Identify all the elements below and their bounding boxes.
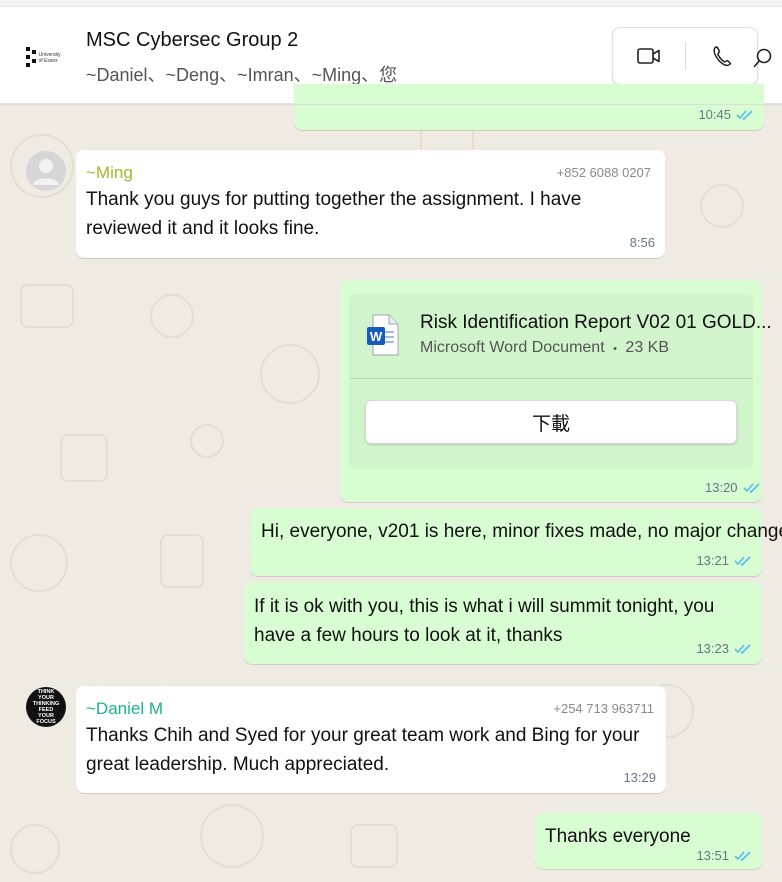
avatar-daniel[interactable]: THINK YOUR THINKING FEED YOUR FOCUS — [26, 687, 66, 727]
search-icon — [753, 48, 772, 68]
window-top-strip — [0, 0, 782, 7]
message-time: 13:51 — [696, 848, 729, 863]
sender-phone: +852 6088 0207 — [556, 165, 651, 180]
document-size: 23 KB — [625, 339, 670, 356]
double-check-icon — [734, 644, 751, 654]
message-meta: 13:21 — [696, 553, 752, 568]
document-info: Microsoft Word Document • 23 KB — [420, 339, 669, 357]
double-check-icon — [734, 851, 751, 861]
document-card[interactable]: W Risk Identification Report V02 01 GOLD… — [349, 294, 772, 469]
message-text: Thanks Chih and Syed for your great team… — [86, 725, 640, 775]
message-meta: 13:23 — [696, 641, 752, 656]
sender-name[interactable]: ~Ming — [86, 163, 133, 183]
message-meta: 13:29 — [623, 770, 656, 785]
message-time: 13:23 — [696, 641, 729, 656]
call-buttons — [612, 27, 758, 85]
avatar-text: THINK YOUR THINKING FEED YOUR FOCUS — [32, 689, 60, 725]
university-logo-icon — [25, 47, 36, 69]
message-text: Hi, everyone, v201 is here, minor fixes … — [261, 521, 782, 542]
document-name: Risk Identification Report V02 01 GOLD..… — [420, 312, 772, 333]
avatar-ming[interactable] — [26, 151, 66, 191]
message-time: 8:56 — [629, 235, 655, 250]
message-outgoing[interactable]: If it is ok with you, this is what i wil… — [244, 582, 762, 664]
voice-call-icon — [713, 46, 732, 67]
message-time: 13:29 — [623, 770, 656, 785]
group-avatar[interactable]: University of Essex — [22, 35, 68, 81]
message-time: 10:45 — [698, 107, 731, 122]
message-meta: 10:45 — [698, 107, 754, 122]
message-incoming[interactable]: ~Daniel M +254 713 963711 Thanks Chih an… — [76, 686, 666, 793]
svg-text:W: W — [370, 329, 383, 344]
double-check-icon — [736, 110, 753, 120]
group-title[interactable]: MSC Cybersec Group 2 — [86, 29, 298, 52]
message-outgoing[interactable]: Hi, everyone, v201 is here, minor fixes … — [250, 508, 782, 576]
message-outgoing[interactable]: Thanks everyone 13:51 — [535, 813, 762, 869]
message-meta: 13:20 — [705, 480, 761, 495]
default-avatar-icon — [33, 159, 59, 185]
sender-phone: +254 713 963711 — [553, 701, 654, 716]
message-incoming[interactable]: ~Ming +852 6088 0207 Thank you guys for … — [76, 150, 665, 258]
logo-text: University of Essex — [38, 52, 61, 64]
message-meta: 13:51 — [696, 848, 752, 863]
search-button[interactable] — [748, 43, 778, 73]
message-text: If it is ok with you, this is what i wil… — [254, 596, 715, 646]
message-text: Thanks everyone — [545, 826, 691, 847]
word-doc-icon: W — [367, 314, 399, 356]
video-call-icon — [637, 48, 660, 64]
header-shadow — [0, 104, 782, 105]
document-separator: • — [613, 343, 617, 355]
message-text: Thank you guys for putting together the … — [86, 189, 582, 239]
message-meta: 8:56 — [630, 235, 655, 250]
sender-name[interactable]: ~Daniel M — [86, 699, 163, 719]
document-type: Microsoft Word Document — [420, 339, 605, 356]
message-time: 13:21 — [696, 553, 729, 568]
double-check-icon — [734, 556, 751, 566]
download-button[interactable]: 下載 — [365, 400, 737, 444]
double-check-icon — [742, 483, 760, 493]
video-call-button[interactable] — [613, 28, 685, 84]
message-time: 13:20 — [705, 480, 738, 495]
document-divider — [349, 378, 753, 379]
message-outgoing[interactable]: 10:45 — [294, 84, 764, 130]
